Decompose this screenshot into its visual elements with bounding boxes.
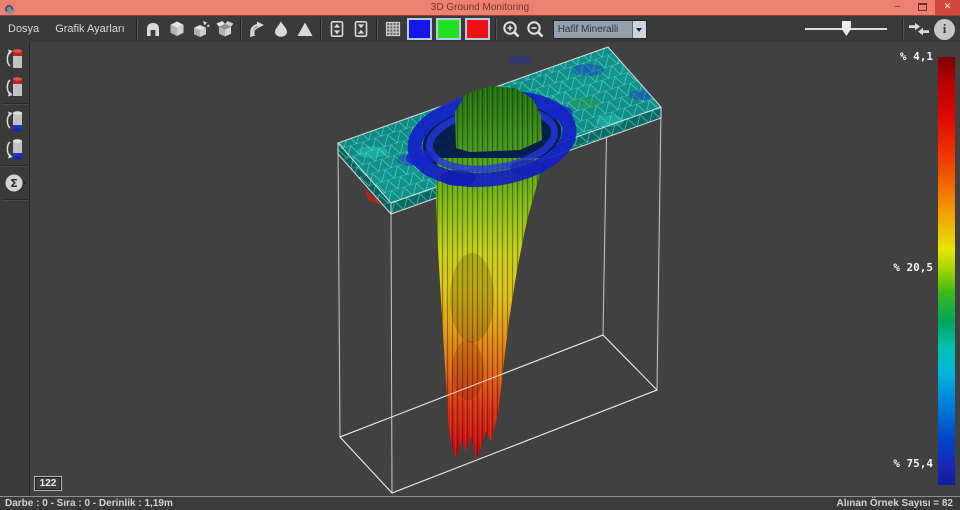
color-scale-max-label: % 4,1 [863, 50, 933, 63]
sample-count-tag: 122 [34, 476, 62, 491]
cube-open-icon [215, 19, 235, 39]
cube-fragments-button[interactable] [189, 17, 213, 41]
color-scale-bar [938, 57, 955, 485]
cone-icon [295, 19, 315, 39]
probe-red-down-icon [4, 74, 26, 100]
doc-expand-button[interactable] [325, 17, 349, 41]
statusbar: Darbe : 0 - Sıra : 0 - Derinlik : 1,19m … [0, 496, 960, 510]
info-button[interactable]: i [934, 19, 955, 40]
home-view-button[interactable] [141, 17, 165, 41]
close-button[interactable]: ✕ [935, 0, 960, 15]
transfer-arrows-icon [907, 19, 931, 39]
color-scale-min-label: % 75,4 [863, 457, 933, 470]
window-title: 3D Ground Monitoring [0, 0, 960, 15]
opacity-slider[interactable] [805, 18, 887, 40]
probe-blue-down-icon [4, 136, 26, 162]
probe-blue-down-button[interactable] [1, 135, 29, 163]
cube-fragments-icon [191, 19, 211, 39]
probe-red-up-icon [4, 46, 26, 72]
droplet-button[interactable] [269, 17, 293, 41]
3d-scene[interactable] [30, 42, 960, 496]
menu-grafik-ayarlari[interactable]: Grafik Ayarları [47, 17, 133, 41]
left-toolbar: Σ [0, 42, 30, 496]
doc-collapse-button[interactable] [349, 17, 373, 41]
info-icon: i [943, 21, 947, 37]
toolbar-separator [240, 18, 242, 40]
minimize-button[interactable]: – [885, 0, 910, 15]
doc-expand-icon [327, 19, 347, 39]
zoom-out-button[interactable] [524, 17, 548, 41]
toolbar-separator [902, 18, 904, 40]
zoom-in-button[interactable] [500, 17, 524, 41]
status-depth-info: Darbe : 0 - Sıra : 0 - Derinlik : 1,19m [5, 497, 173, 510]
slider-thumb[interactable] [842, 21, 851, 36]
rotate-arrows-button[interactable] [245, 17, 269, 41]
probe-red-up-button[interactable] [1, 45, 29, 73]
maximize-icon [918, 3, 927, 11]
cube-open-button[interactable] [213, 17, 237, 41]
toolbar-separator [136, 18, 138, 40]
sigma-icon: Σ [3, 171, 27, 195]
sidebar-separator [2, 199, 28, 201]
probe-blue-up-icon [4, 108, 26, 134]
sidebar-separator [2, 165, 28, 167]
cube-view-button[interactable] [165, 17, 189, 41]
color-scale-mid-label: % 20,5 [863, 261, 933, 274]
probe-red-down-button[interactable] [1, 73, 29, 101]
toolbar-separator [320, 18, 322, 40]
color-red-button[interactable] [465, 18, 490, 40]
sidebar-separator [2, 103, 28, 105]
zoom-in-icon [501, 19, 522, 40]
status-sample-count: Alınan Örnek Sayısı = 82 [837, 497, 953, 510]
sum-button[interactable]: Σ [1, 169, 29, 197]
color-green-button[interactable] [436, 18, 461, 40]
toolbar: Dosya Grafik Ayarları [0, 15, 960, 43]
titlebar[interactable]: 3D Ground Monitoring – ✕ [0, 0, 960, 15]
toolbar-separator [495, 18, 497, 40]
funnel-column [436, 158, 543, 459]
menu-dosya[interactable]: Dosya [0, 17, 47, 41]
grid-button[interactable] [381, 17, 405, 41]
dropdown-button[interactable] [632, 21, 646, 38]
zoom-out-icon [525, 19, 546, 40]
toolbar-separator [376, 18, 378, 40]
doc-collapse-icon [351, 19, 371, 39]
cone-button[interactable] [293, 17, 317, 41]
viewport-3d[interactable]: % 4,1 % 20,5 % 75,4 122 [30, 42, 960, 496]
probe-blue-up-button[interactable] [1, 107, 29, 135]
svg-text:Σ: Σ [10, 177, 18, 190]
grid-icon [383, 19, 403, 39]
dropdown-value: Hafif Mineralli [554, 24, 632, 35]
cube-icon [167, 19, 187, 39]
rotate-arrows-icon [246, 19, 268, 39]
maximize-button[interactable] [910, 0, 935, 15]
color-blue-button[interactable] [407, 18, 432, 40]
transfer-button[interactable] [907, 17, 931, 41]
chevron-down-icon [636, 28, 642, 35]
home-icon [143, 19, 163, 39]
app-window: { "window": { "title": "3D Ground Monito… [0, 0, 960, 510]
droplet-icon [271, 19, 291, 39]
mineral-type-dropdown[interactable]: Hafif Mineralli [553, 20, 647, 39]
